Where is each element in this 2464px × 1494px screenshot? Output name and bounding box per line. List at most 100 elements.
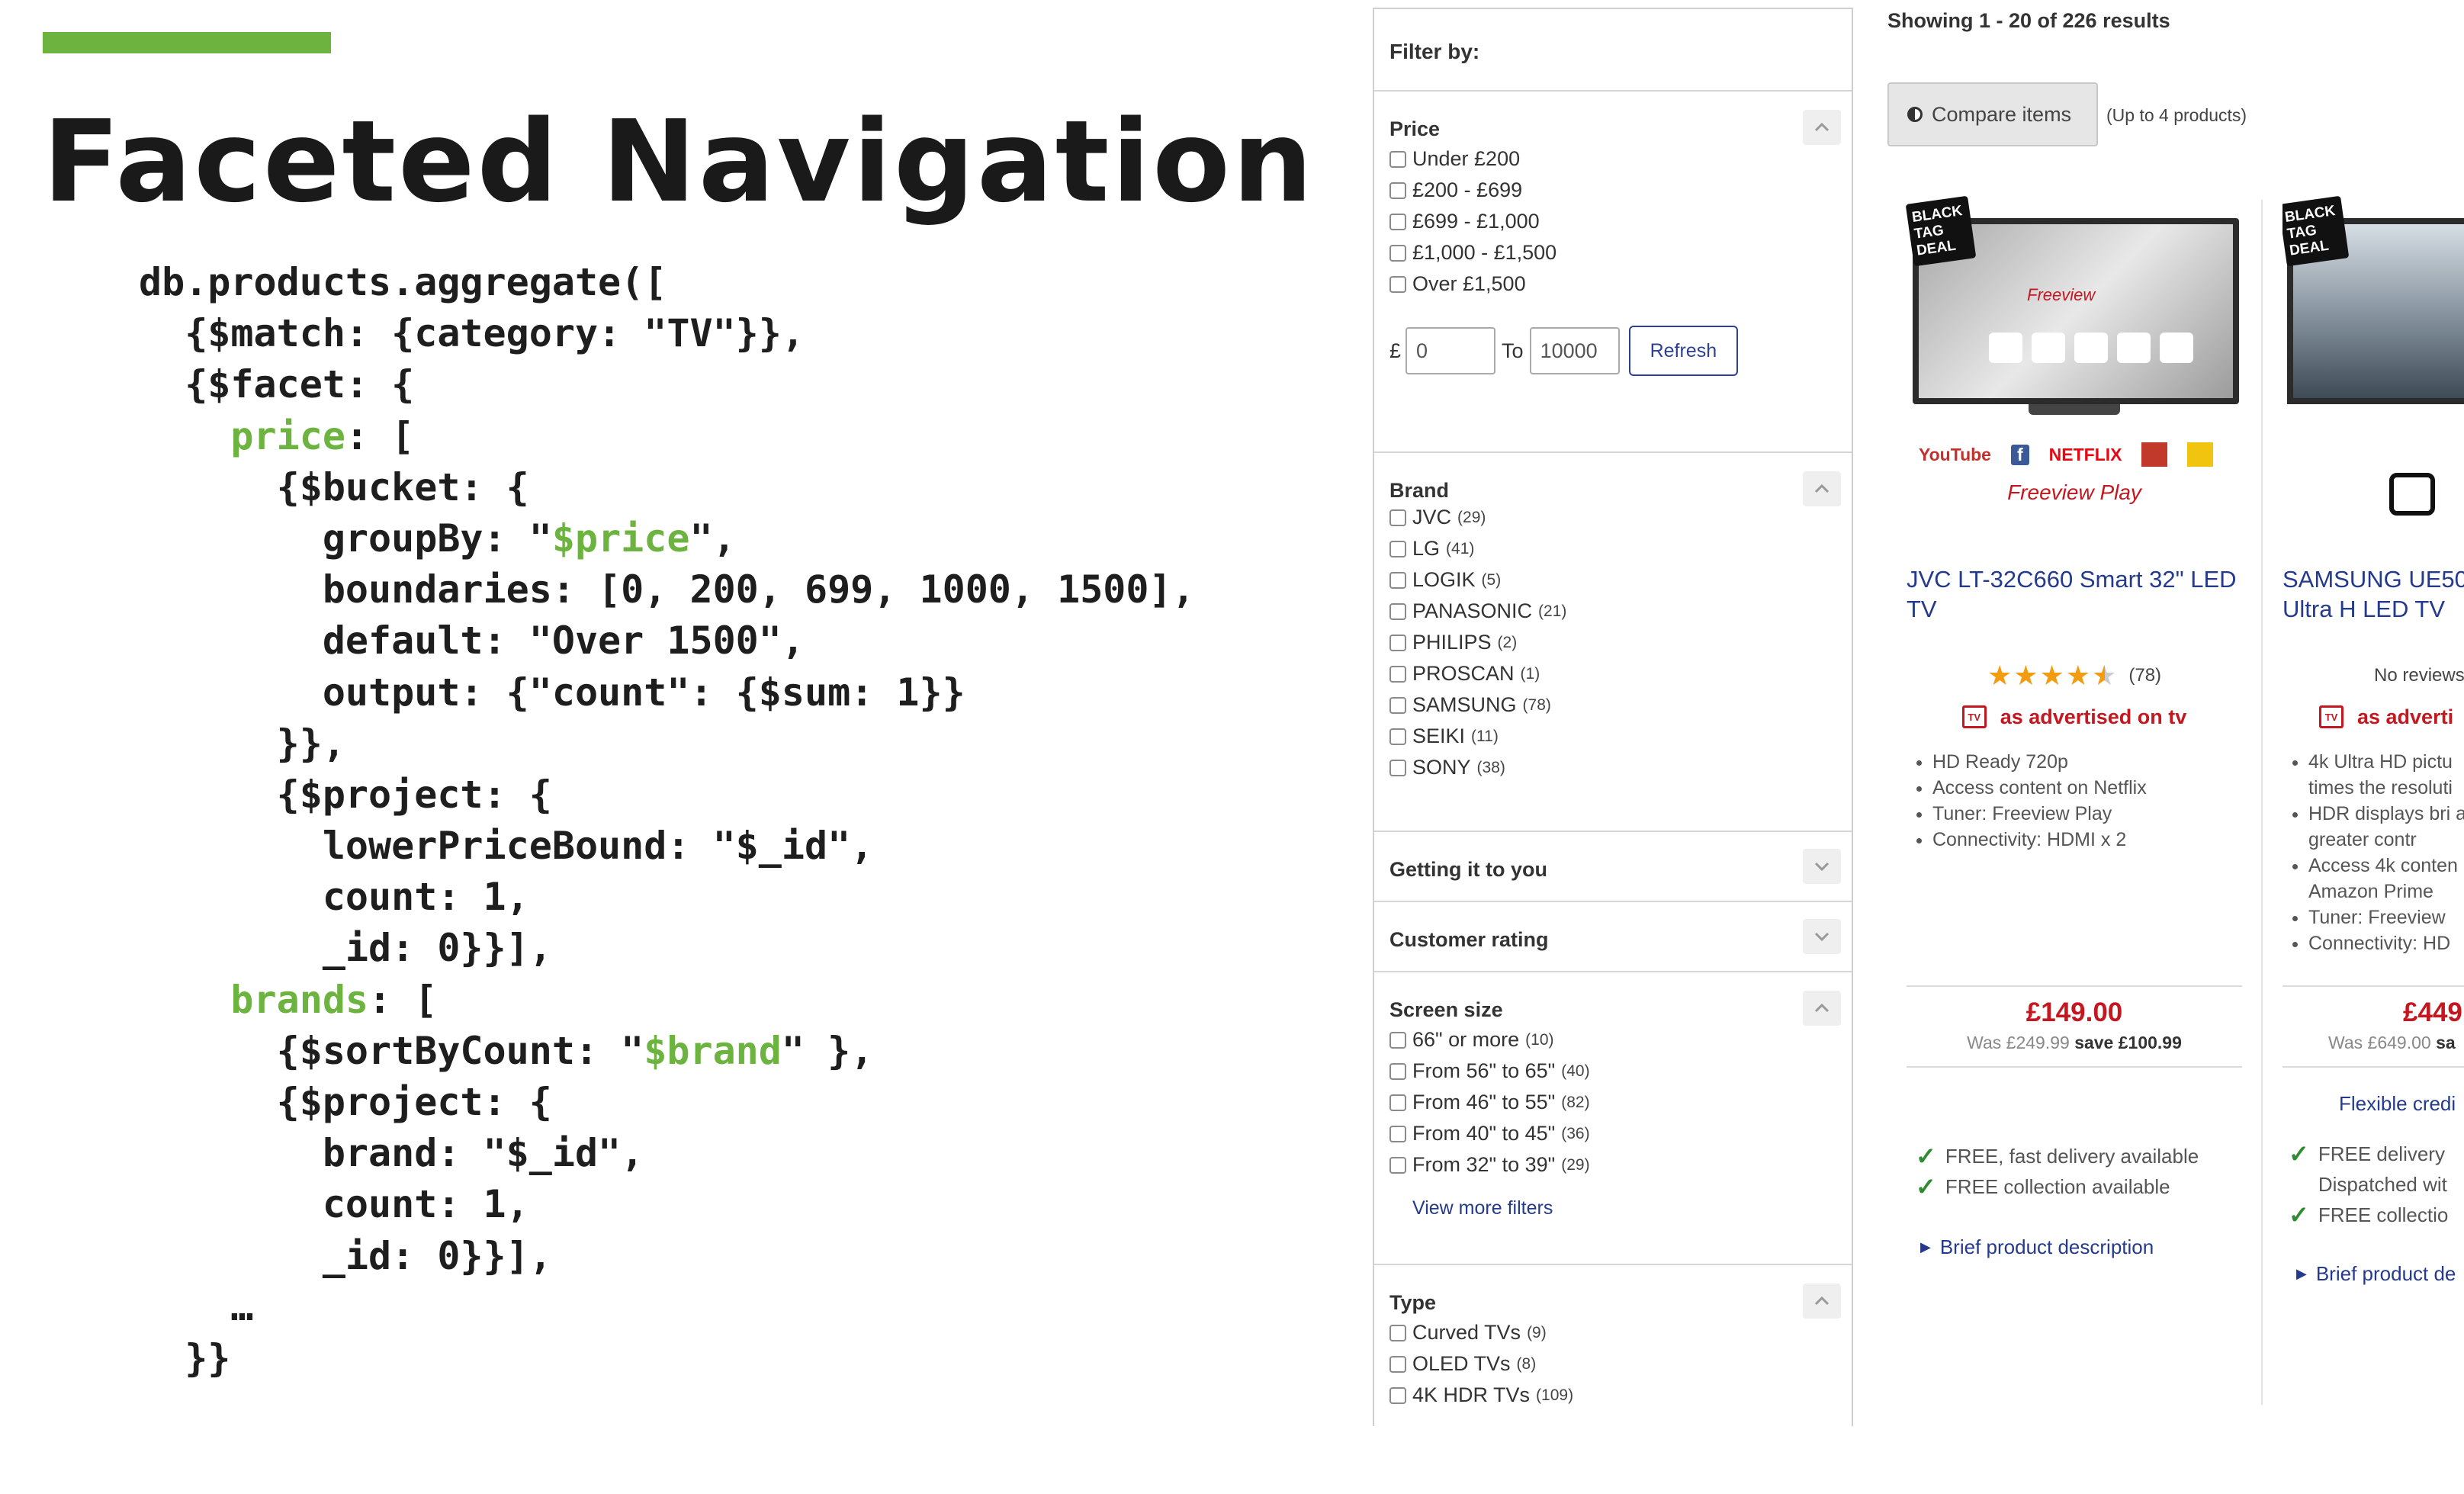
filter-option[interactable]: SEIKI (11) [1389, 721, 1836, 752]
shipping-line: ✓ FREE collectio [2289, 1200, 2464, 1230]
advertised-label: as adverti [2357, 705, 2454, 728]
shipping-line: ✓ FREE collection available [1916, 1171, 2242, 1202]
checkbox[interactable] [1389, 213, 1406, 230]
filter-option[interactable]: From 40" to 45" (36) [1389, 1118, 1836, 1149]
filter-option[interactable]: SAMSUNG (78) [1389, 689, 1836, 721]
filter-option-label: LOGIK [1412, 568, 1476, 591]
checkbox[interactable] [1389, 1125, 1406, 1142]
filter-option[interactable]: From 46" to 55" (82) [1389, 1087, 1836, 1118]
filter-option[interactable]: Over £1,500 [1389, 268, 1836, 300]
checkbox[interactable] [1389, 1031, 1406, 1049]
brand-filter-section: Brand JVC (29) LG (41) LOGIK (5) PANASONIC (21)… [1374, 453, 1852, 832]
type-filter-section: Type Curved TVs (9) OLED TVs (8) 4K HDR TVs (… [1374, 1265, 1852, 1494]
code-line: }}, [139, 718, 1195, 769]
filter-option[interactable]: From 32" to 39" (29) [1389, 1149, 1836, 1181]
filter-option[interactable]: 66" or more (10) [1389, 1024, 1836, 1055]
filter-option-count: (82) [1561, 1093, 1590, 1111]
checkbox[interactable] [1389, 1094, 1406, 1111]
filter-option-label: PANASONIC [1412, 599, 1533, 622]
filter-option[interactable]: LOGIK (5) [1389, 564, 1836, 596]
shipping-text: FREE delivery Dispatched wit [2318, 1142, 2447, 1196]
refresh-button[interactable]: Refresh [1628, 326, 1739, 376]
code-block: db.products.aggregate([ {$match: {catego… [139, 257, 1195, 1384]
code-text: brand: "$_id", [139, 1131, 644, 1176]
checkbox[interactable] [1389, 244, 1406, 262]
getting-it-section[interactable]: Getting it to you [1374, 832, 1852, 902]
filter-option[interactable]: SONY (38) [1389, 752, 1836, 783]
code-text: }}, [139, 721, 345, 766]
filter-option-label: £200 - £699 [1412, 178, 1523, 201]
checkbox[interactable] [1389, 1324, 1406, 1341]
product-image[interactable]: BLACK TAG DEAL [2282, 191, 2464, 473]
filter-option[interactable]: £699 - £1,000 [1389, 206, 1836, 237]
min-price-input[interactable] [1405, 327, 1496, 374]
code-text: {$project: { [139, 1080, 552, 1124]
code-text: ", [689, 516, 736, 561]
checkbox[interactable] [1389, 1355, 1406, 1373]
chevron-down-icon[interactable] [1803, 919, 1841, 954]
filter-option[interactable]: PROSCAN (1) [1389, 658, 1836, 689]
filter-option[interactable]: OLED TVs (8) [1389, 1348, 1836, 1380]
code-text: count: 1, [139, 1182, 529, 1227]
flexible-credit-link[interactable]: Flexible credi [2282, 1092, 2464, 1116]
code-text: … [139, 1284, 254, 1329]
max-price-input[interactable] [1529, 327, 1620, 374]
filter-option-label: 66" or more [1412, 1028, 1520, 1051]
code-text: count: 1, [139, 875, 529, 920]
checkbox[interactable] [1389, 759, 1406, 776]
product-name-link[interactable]: JVC LT-32C660 Smart 32" LED TV [1907, 564, 2242, 656]
streaming-logos: YouTube f NETFLIX [1919, 442, 2214, 467]
compare-note: (Up to 4 products) [2106, 105, 2247, 125]
code-text: : [ [368, 977, 438, 1022]
checkbox[interactable] [1389, 509, 1406, 526]
feature-item: Access content on Netflix [1932, 775, 2242, 801]
code-text: {$bucket: { [139, 464, 529, 509]
checkbox[interactable] [1389, 634, 1406, 651]
filter-option[interactable]: JVC (29) [1389, 502, 1836, 533]
checkbox[interactable] [1389, 602, 1406, 620]
code-line: _id: 0}}], [139, 1231, 1195, 1282]
checkbox[interactable] [1389, 1386, 1406, 1404]
filter-option[interactable]: Curved TVs (9) [1389, 1317, 1836, 1348]
code-text: lowerPriceBound: "$_id", [139, 824, 874, 869]
code-line: price: [ [139, 411, 1195, 462]
filter-option[interactable]: LG (41) [1389, 533, 1836, 564]
filter-option[interactable]: £200 - £699 [1389, 175, 1836, 206]
filter-option[interactable]: PANASONIC (21) [1389, 596, 1836, 627]
brief-description-toggle[interactable]: ▶ Brief product description [1907, 1235, 2242, 1259]
product-image[interactable]: Freeview BLACK TAG DEAL YouTube f NETFLI… [1905, 191, 2242, 473]
filter-option[interactable]: £1,000 - £1,500 [1389, 237, 1836, 268]
chevron-up-icon[interactable] [1803, 471, 1841, 506]
code-line: count: 1, [139, 1179, 1195, 1230]
code-text: _id: 0}}], [139, 926, 552, 971]
product-name-link[interactable]: SAMSUNG UE50 Smart 4k Ultra H LED TV [2282, 564, 2464, 656]
checkbox[interactable] [1389, 665, 1406, 683]
filter-option[interactable]: 4K HDR TVs (109) [1389, 1380, 1836, 1411]
checkbox[interactable] [1389, 1156, 1406, 1174]
brief-description-toggle[interactable]: ▶ Brief product de [2282, 1262, 2464, 1286]
checkbox[interactable] [1389, 540, 1406, 557]
filter-option-label: From 46" to 55" [1412, 1091, 1556, 1113]
code-line: output: {"count": {$sum: 1}} [139, 667, 1195, 718]
filter-option[interactable]: PHILIPS (2) [1389, 627, 1836, 658]
filter-option[interactable]: Under £200 [1389, 143, 1836, 175]
filter-option-count: (40) [1561, 1062, 1590, 1080]
checkbox[interactable] [1389, 728, 1406, 745]
chevron-up-icon[interactable] [1803, 110, 1841, 145]
checkbox[interactable] [1389, 1062, 1406, 1080]
customer-rating-section[interactable]: Customer rating [1374, 902, 1852, 972]
checkbox[interactable] [1389, 150, 1406, 168]
view-more-filters-link[interactable]: View more filters [1389, 1197, 1836, 1219]
checkbox[interactable] [1389, 696, 1406, 714]
chevron-down-icon[interactable] [1803, 849, 1841, 884]
chevron-up-icon[interactable] [1803, 1284, 1841, 1319]
review-count: No reviews [2374, 665, 2464, 686]
checkbox[interactable] [1389, 275, 1406, 293]
chevron-up-icon[interactable] [1803, 991, 1841, 1026]
star-rating-icon: ★★★★★ [1987, 660, 2118, 692]
filter-option[interactable]: From 56" to 65" (40) [1389, 1055, 1836, 1087]
filter-option-label: JVC [1412, 506, 1452, 529]
compare-items-button[interactable]: Compare items [1887, 82, 2098, 146]
checkbox[interactable] [1389, 571, 1406, 589]
checkbox[interactable] [1389, 182, 1406, 199]
